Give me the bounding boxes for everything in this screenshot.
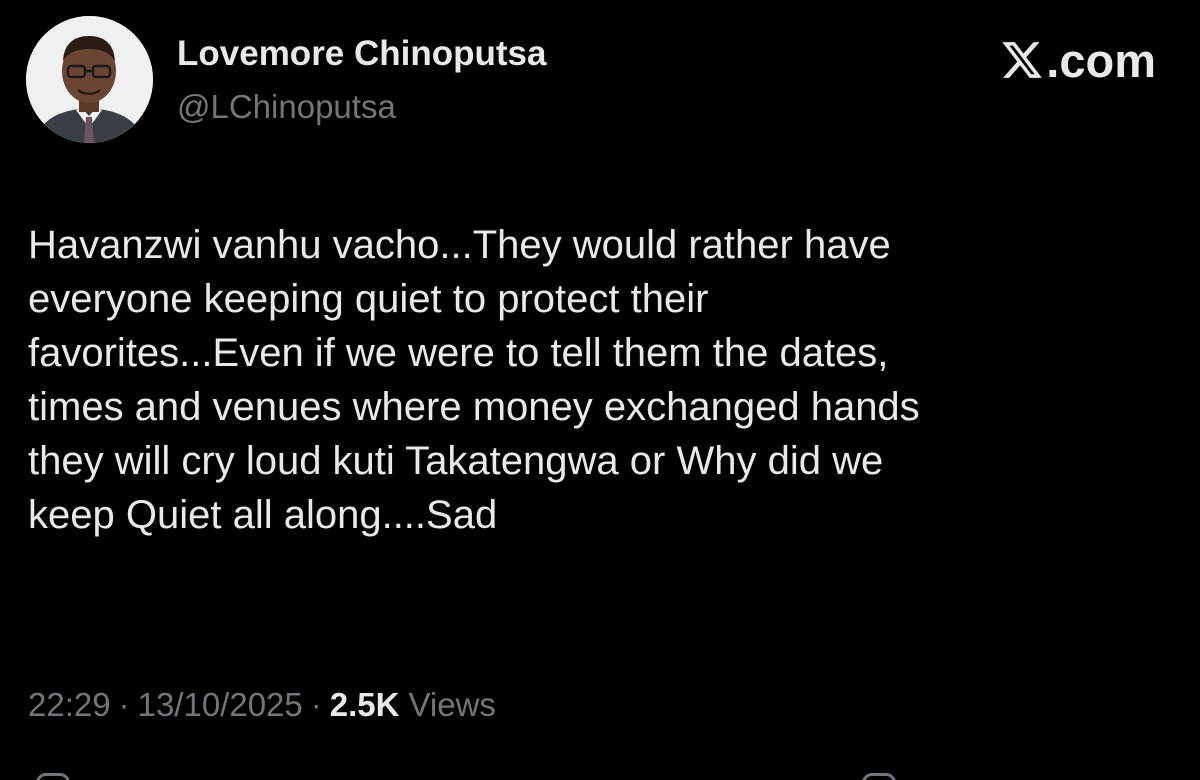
views-label: Views	[408, 686, 496, 723]
profile-photo-icon	[26, 16, 153, 143]
meta-separator: ·	[310, 686, 322, 723]
author-handle[interactable]: @LChinoputsa	[177, 88, 396, 126]
tweet-text-line: everyone keeping quiet to protect their	[28, 277, 709, 321]
tweet-card: Lovemore Chinoputsa @LChinoputsa .com Ha…	[0, 0, 1200, 780]
brand-watermark: .com	[1000, 30, 1156, 90]
tweet-time[interactable]: 22:29	[28, 686, 111, 724]
action-bar	[0, 768, 1200, 780]
brand-domain-label: .com	[1046, 33, 1156, 87]
tweet-text-line: they will cry loud kuti Takatengwa or Wh…	[28, 439, 884, 483]
tweet-text: Havanzwi vanhu vacho...They would rather…	[28, 218, 1178, 542]
bookmark-icon[interactable]	[862, 773, 896, 780]
tweet-text-line: keep Quiet all along....Sad	[28, 493, 498, 537]
tweet-metadata: 22:29 · 13/10/2025 · 2.5K Views	[28, 686, 496, 724]
tweet-text-line: times and venues where money exchanged h…	[28, 385, 920, 429]
meta-separator: ·	[118, 686, 130, 723]
tweet-text-line: Havanzwi vanhu vacho...They would rather…	[28, 223, 891, 267]
views-count: 2.5K	[329, 686, 400, 723]
tweet-text-line: favorites...Even if we were to tell them…	[28, 331, 889, 375]
author-display-name[interactable]: Lovemore Chinoputsa	[177, 34, 546, 74]
author-avatar[interactable]	[26, 16, 153, 143]
tweet-date[interactable]: 13/10/2025	[138, 686, 303, 724]
x-logo-icon	[1002, 42, 1043, 78]
reply-icon[interactable]	[36, 773, 70, 780]
